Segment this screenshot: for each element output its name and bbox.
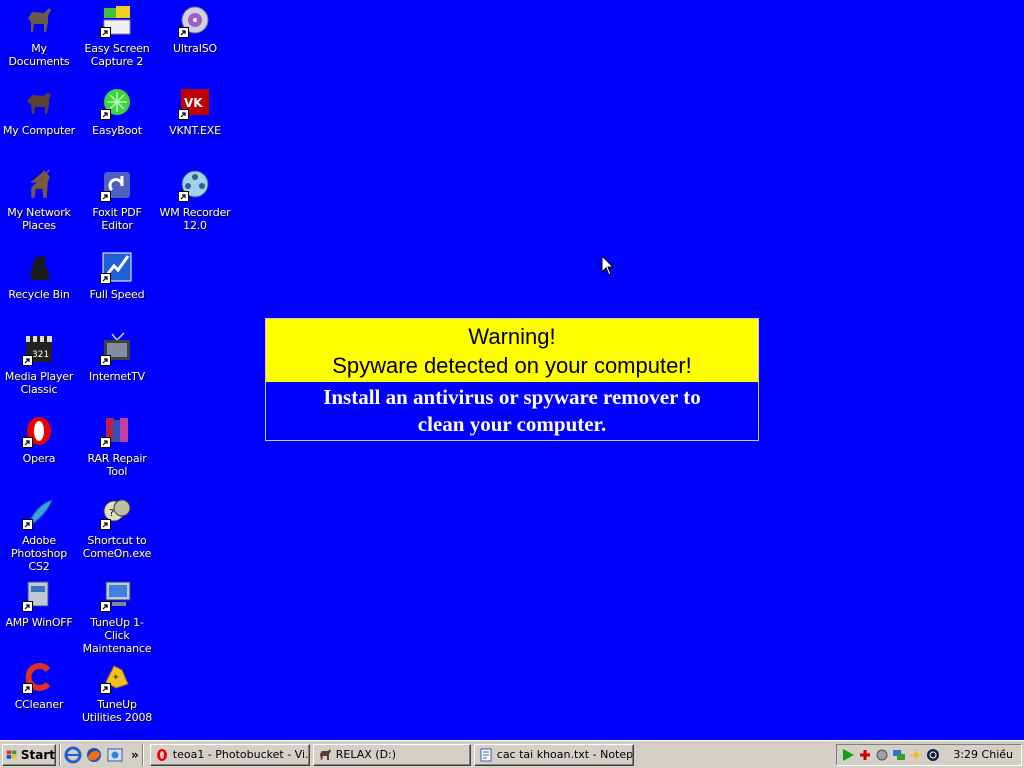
mouse-cursor-icon [601,255,615,276]
task-label: RELAX (D:) [335,748,397,761]
warning-title: Warning! [468,324,556,349]
plus-icon[interactable] [858,748,872,762]
svg-text:VK: VK [184,96,203,110]
clock[interactable]: 3:29 Chiều [953,748,1013,761]
desktop-icon-vknt-exe[interactable]: VK VKNT.EXE [156,86,234,137]
desktop-icon-recycle-bin[interactable]: Recycle Bin [0,250,78,301]
network-icon[interactable] [892,748,906,762]
svg-text:321: 321 [32,350,49,360]
desktop-icon-internettv[interactable]: InternetTV [78,332,156,383]
task-label: cac tai khoan.txt - Notepad [496,748,634,761]
taskbar-separator [59,743,61,766]
spyware-warning-banner[interactable]: Warning! Spyware detected on your comput… [265,318,759,441]
panther-icon [30,255,50,280]
desktop-icon-my-documents[interactable]: My Documents [0,4,78,68]
task-label: teoa1 - Photobucket - Vi... [172,748,310,761]
start-label: Start [20,747,55,762]
desktop-icon-rar-repair-tool[interactable]: RAR Repair Tool [78,414,156,478]
desktop-icon-tuneup-1-click[interactable]: TuneUp 1-Click Maintenance [78,578,156,655]
desktop-icon-ccleaner[interactable]: CCleaner [0,660,78,711]
desktop-icon-my-network-places[interactable]: My Network Places [0,168,78,232]
desktop-icon-adobe-photoshop-cs2[interactable]: Adobe Photoshop CS2 [0,496,78,573]
desktop-icon-ultraiso[interactable]: UltraISO [156,4,234,55]
svg-text:?: ? [109,508,114,519]
opera-icon [156,748,167,761]
warning-header: Warning! Spyware detected on your comput… [266,319,758,382]
system-tray: 3:29 Chiều [836,743,1022,766]
folder-horse-icon [319,748,331,760]
desktop-icon-opera[interactable]: Opera [0,414,78,465]
quick-launch-more[interactable]: » [131,748,139,762]
desktop-icon-media-player-classic[interactable]: 321 Media Player Classic [0,332,78,396]
desktop-icon-full-speed[interactable]: Full Speed [78,250,156,301]
sun-icon[interactable] [909,748,923,762]
taskbar: Start » teoa1 - Photobucket - Vi... RELA… [0,740,1024,768]
desktop-icon-amp-winoff[interactable]: AMP WinOFF [0,578,78,629]
warning-headline: Spyware detected on your computer! [332,353,692,378]
deer-icon [30,169,50,198]
ie-icon[interactable] [64,746,82,764]
shield-icon[interactable] [875,748,889,762]
firefox-icon[interactable] [85,746,103,764]
warning-line-1: Install an antivirus or spyware remover … [323,385,701,409]
desktop-icon-shortcut-to-comeon[interactable]: ? Shortcut to ComeOn.exe [78,496,156,560]
target-icon[interactable] [926,748,940,762]
svg-text:✦: ✦ [112,673,120,683]
desktop-icon-tuneup-utilities-2008[interactable]: ✦ TuneUp Utilities 2008 [78,660,156,724]
notepad-icon [480,748,492,761]
windows-flag-icon [6,750,17,759]
desktop-icon-easyboot[interactable]: EasyBoot [78,86,156,137]
horse-icon [28,8,51,32]
desktop-icon-easy-screen-capture[interactable]: Easy Screen Capture 2 [78,4,156,68]
taskbar-separator [141,743,144,766]
quick-launch: » [64,746,139,764]
start-button[interactable]: Start [2,743,56,766]
taskbar-task-photobucket[interactable]: teoa1 - Photobucket - Vi... [149,743,310,766]
warning-line-2: clean your computer. [417,412,607,436]
horse-icon [27,92,51,114]
desktop-icon-foxit-pdf-editor[interactable]: Foxit PDF Editor [78,168,156,232]
warning-body: Install an antivirus or spyware remover … [266,382,758,438]
desktop-icon-wm-recorder[interactable]: WM Recorder 12.0 [156,168,234,232]
play-icon[interactable] [841,748,855,762]
taskbar-task-relax-drive[interactable]: RELAX (D:) [312,743,471,766]
browser-icon[interactable] [106,746,124,764]
desktop-icon-my-computer[interactable]: My Computer [0,86,78,137]
taskbar-task-notepad[interactable]: cac tai khoan.txt - Notepad [473,743,634,766]
